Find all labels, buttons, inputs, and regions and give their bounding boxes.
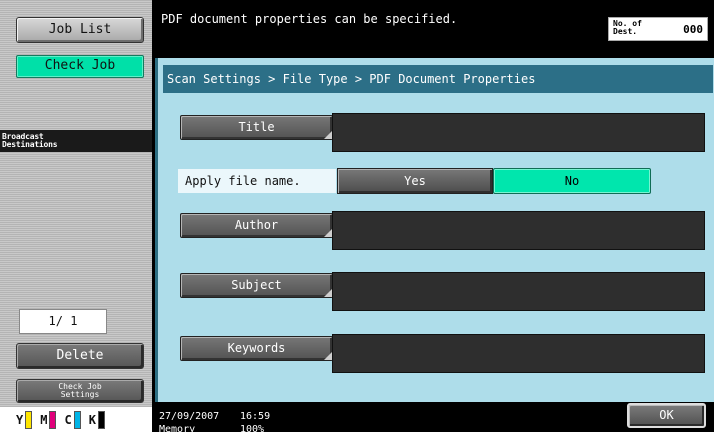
author-button[interactable]: Author [180,213,333,238]
broadcast-label-line2: Destinations [2,140,58,149]
subject-button[interactable]: Subject [180,273,333,298]
yes-button[interactable]: Yes [337,168,493,194]
no-button[interactable]: No [493,168,651,194]
destination-count-value: 000 [683,23,703,36]
left-sidebar: Job List Check Job Broadcast Destination… [0,0,152,432]
dest-label-line2: Dest. [613,27,638,36]
status-bar: 27/09/2007 16:59 Memory 100% OK [152,402,714,432]
subject-field[interactable] [332,272,705,311]
author-field[interactable] [332,211,705,250]
delete-button[interactable]: Delete [16,343,144,369]
toner-levels: Y M C K [0,407,152,432]
breadcrumb: Scan Settings > File Type > PDF Document… [163,65,713,93]
toner-cyan: C [64,410,81,429]
toner-black-bar [97,410,105,429]
destination-count-box: No. of Dest. 000 [608,17,708,41]
page-counter: 1/ 1 [19,309,107,334]
date-display: 27/09/2007 [159,411,220,422]
memory-value: 100% [240,424,265,432]
destination-count-label: No. of Dest. [613,20,642,36]
status-message: PDF document properties can be specified… [161,12,458,26]
pdf-properties-panel: Scan Settings > File Type > PDF Document… [155,58,714,402]
toner-magenta-label: M [40,412,48,427]
job-list-button[interactable]: Job List [16,17,144,43]
toner-cyan-label: C [64,412,72,427]
keywords-field[interactable] [332,334,705,373]
check-settings-line2: Settings [60,390,100,399]
toner-yellow: Y [16,410,33,429]
check-job-settings-button[interactable]: Check Job Settings [16,379,144,403]
toner-black-label: K [88,412,96,427]
memory-label: Memory [159,424,196,432]
toner-magenta-bar [49,410,57,429]
broadcast-destinations-header: Broadcast Destinations [0,130,152,152]
message-bar: PDF document properties can be specified… [152,0,714,56]
toner-black: K [88,410,105,429]
title-field[interactable] [332,113,705,152]
toner-yellow-label: Y [16,412,24,427]
toner-yellow-bar [25,410,33,429]
time-display: 16:59 [240,411,271,422]
toner-cyan-bar [73,410,81,429]
title-button[interactable]: Title [180,115,333,140]
ok-button[interactable]: OK [627,403,706,428]
check-job-button[interactable]: Check Job [16,55,144,78]
toner-magenta: M [40,410,57,429]
keywords-button[interactable]: Keywords [180,336,333,361]
apply-file-name-label: Apply file name. [178,169,336,193]
